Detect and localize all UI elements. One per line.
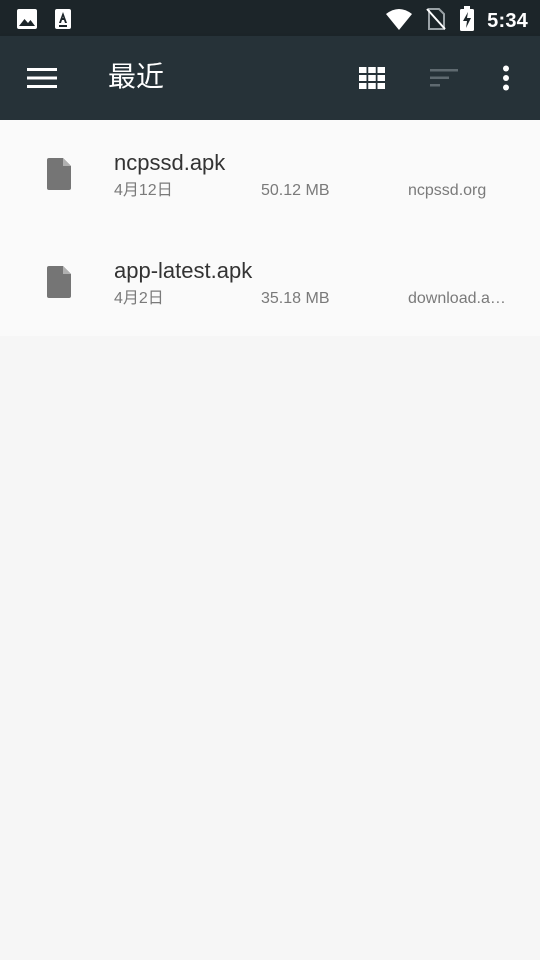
sort-button[interactable] (424, 58, 464, 98)
file-icon (46, 266, 74, 298)
app-toolbar: 最近 (0, 36, 540, 120)
file-date: 4月2日 (114, 290, 164, 307)
menu-icon (27, 68, 57, 88)
file-date: 4月12日 (114, 182, 173, 199)
file-name: ncpssd.apk (114, 150, 226, 175)
sort-icon (430, 69, 458, 87)
file-name: app-latest.apk (114, 258, 253, 283)
battery-charging-icon (459, 6, 475, 37)
file-list-item[interactable]: app-latest.apk 4月2日 35.18 MB download.a… (0, 228, 540, 336)
font-icon (54, 8, 72, 35)
file-source: ncpssd.org (408, 182, 487, 199)
grid-view-icon (359, 67, 385, 89)
status-right-icons: 5:34 (385, 6, 528, 37)
no-sim-icon (425, 7, 447, 36)
file-list-item[interactable]: ncpssd.apk 4月12日 50.12 MB ncpssd.org (0, 120, 540, 228)
status-left-icons (16, 8, 72, 35)
file-source: download.a… (408, 290, 506, 307)
file-icon (46, 158, 74, 190)
more-vert-icon (503, 65, 509, 91)
file-size: 35.18 MB (261, 290, 330, 307)
status-bar: 5:34 (0, 0, 540, 36)
file-size: 50.12 MB (261, 182, 330, 199)
more-options-button[interactable] (486, 58, 526, 98)
wifi-icon (385, 7, 413, 36)
grid-view-button[interactable] (352, 58, 392, 98)
page-title: 最近 (108, 61, 165, 92)
recent-file-list: ncpssd.apk 4月12日 50.12 MB ncpssd.org app… (0, 120, 540, 336)
image-icon (16, 8, 38, 35)
status-time: 5:34 (487, 10, 528, 32)
menu-button[interactable] (22, 58, 62, 98)
